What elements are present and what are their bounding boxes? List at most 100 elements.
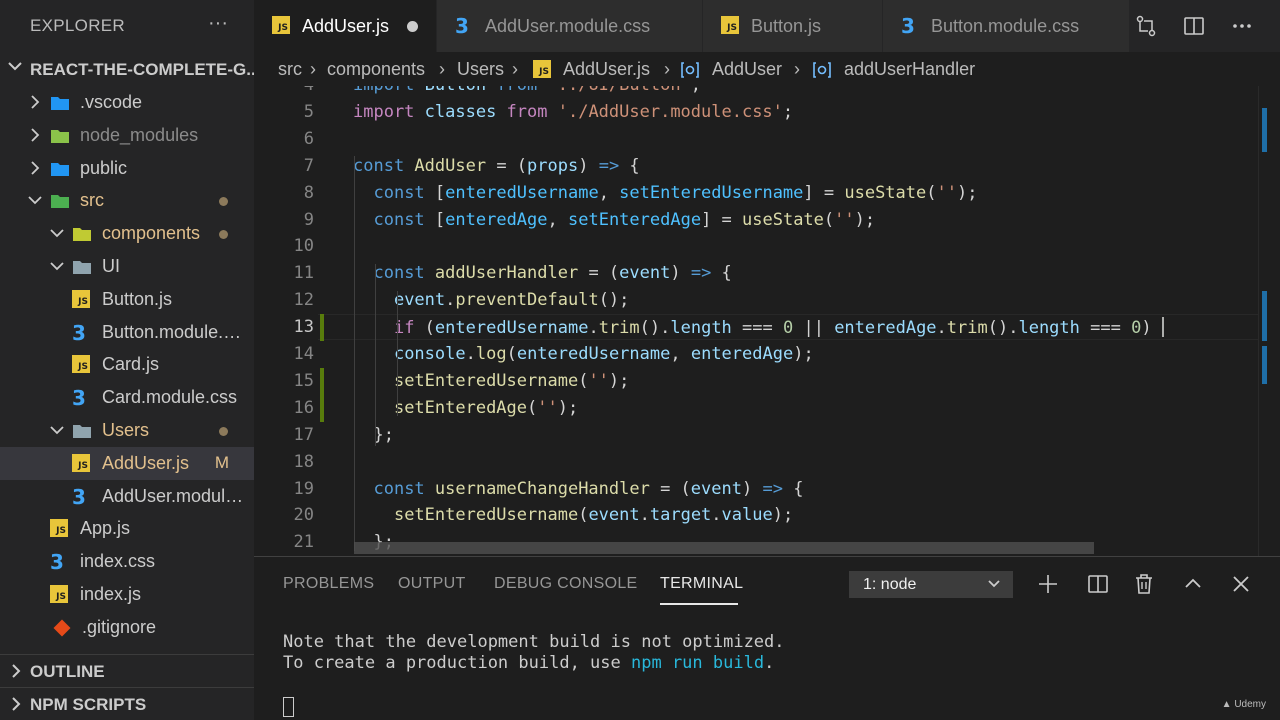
- minimap[interactable]: [1258, 86, 1280, 556]
- npm-scripts-section[interactable]: NPM SCRIPTS: [0, 687, 254, 720]
- code-line[interactable]: const usernameChangeHandler = (event) =>…: [353, 479, 803, 499]
- breadcrumb-file[interactable]: AddUser.js: [563, 59, 650, 80]
- tab-adduser-js[interactable]: JS AddUser.js: [254, 0, 437, 52]
- code-token: const: [373, 478, 435, 499]
- code-token: = (: [486, 155, 528, 176]
- tab-button-js[interactable]: JS Button.js: [703, 0, 883, 52]
- terminal-text: To create a production build, use: [283, 653, 631, 673]
- project-header[interactable]: REACT-THE-COMPLETE-G...: [0, 54, 254, 86]
- tab-adduser-module-css[interactable]: 3 AddUser.module.css: [437, 0, 703, 52]
- file-row-app-js[interactable]: JS App.js: [0, 512, 254, 545]
- minimap-marker: [1262, 291, 1267, 341]
- file-row-card-js[interactable]: JS Card.js: [0, 348, 254, 381]
- folder-row-public[interactable]: public: [0, 152, 254, 185]
- panel-tab-output[interactable]: OUTPUT: [398, 575, 466, 593]
- terminal-cursor[interactable]: [283, 697, 294, 717]
- vscode-folder-icon: [51, 97, 69, 110]
- panel-tab-debug-console[interactable]: DEBUG CONSOLE: [494, 575, 638, 593]
- file-row-adduser-js[interactable]: JS AddUser.js M: [0, 446, 254, 480]
- tab-label: Button.js: [751, 16, 822, 36]
- code-token: ): [741, 478, 763, 499]
- terminal-select[interactable]: 1: node: [849, 571, 1013, 598]
- folder-row-node-modules[interactable]: node_modules: [0, 119, 254, 152]
- code-token: const: [373, 263, 435, 284]
- code-token: from: [506, 101, 558, 122]
- tab-button-module-css[interactable]: 3 Button.module.css: [883, 0, 1130, 52]
- compare-changes-icon[interactable]: [1134, 14, 1158, 38]
- breadcrumb-users[interactable]: Users: [457, 59, 504, 80]
- split-editor-icon[interactable]: [1182, 14, 1206, 38]
- add-terminal-icon[interactable]: [1036, 572, 1060, 596]
- code-token: setEnteredAge: [393, 397, 528, 418]
- ellipsis-icon[interactable]: ···: [208, 12, 228, 35]
- code-line[interactable]: event.preventDefault();: [353, 290, 629, 310]
- file-row-button-module-css[interactable]: 3 Button.module.css: [0, 316, 254, 349]
- tree-item-label: Card.js: [102, 354, 160, 375]
- tree-item-label: index.css: [80, 551, 156, 572]
- code-token: ;: [691, 86, 701, 95]
- more-actions-icon[interactable]: [1230, 14, 1254, 38]
- code-token: ();: [598, 290, 630, 311]
- panel-tab-terminal[interactable]: TERMINAL: [660, 575, 743, 593]
- split-terminal-icon[interactable]: [1086, 572, 1110, 596]
- css-file-icon: 3: [50, 550, 64, 575]
- folder-icon: [73, 425, 91, 438]
- js-file-icon: JS: [721, 16, 739, 34]
- breadcrumb-symbol-handler[interactable]: addUserHandler: [844, 59, 975, 80]
- trash-icon[interactable]: [1132, 572, 1156, 596]
- indent-guide: [354, 156, 355, 551]
- code-token: const: [353, 155, 415, 176]
- code-token: '': [537, 397, 558, 418]
- code-line[interactable]: setEnteredUsername('');: [353, 371, 629, 391]
- file-row-card-module-css[interactable]: 3 Card.module.css: [0, 381, 254, 414]
- code-token: ,: [670, 344, 691, 364]
- code-line[interactable]: };: [353, 425, 393, 445]
- code-line[interactable]: const [enteredAge, setEnteredAge] = useS…: [353, 210, 875, 230]
- breadcrumb-src[interactable]: src: [278, 59, 302, 80]
- git-gutter-modified[interactable]: [320, 367, 324, 395]
- git-change-dot-icon: [219, 230, 228, 240]
- unsaved-dot-icon[interactable]: [407, 21, 418, 32]
- code-token: enteredAge: [445, 209, 548, 230]
- code-line[interactable]: const addUserHandler = (event) => {: [353, 263, 731, 284]
- code-line[interactable]: import classes from './AddUser.module.cs…: [353, 102, 793, 122]
- file-row-gitignore[interactable]: .gitignore: [0, 611, 254, 644]
- git-gutter-modified[interactable]: [320, 394, 324, 422]
- code-line[interactable]: const AddUser = (props) => {: [353, 156, 640, 176]
- file-row-index-css[interactable]: 3 index.css: [0, 545, 254, 578]
- code-token: usernameChangeHandler: [434, 478, 650, 499]
- folder-row-ui[interactable]: UI: [0, 250, 254, 283]
- line-number: 20: [293, 505, 314, 526]
- file-row-adduser-module-css[interactable]: 3 AddUser.module.css: [0, 480, 254, 513]
- code-line[interactable]: const [enteredUsername, setEnteredUserna…: [353, 183, 977, 203]
- bottom-panel: PROBLEMS OUTPUT DEBUG CONSOLE TERMINAL 1…: [254, 556, 1280, 720]
- public-folder-icon: [51, 162, 69, 176]
- code-line[interactable]: if (enteredUsername.trim().length === 0 …: [353, 317, 1164, 338]
- symbol-variable-icon: [681, 62, 699, 78]
- outline-section[interactable]: OUTLINE: [0, 654, 254, 687]
- code-line[interactable]: console.log(enteredUsername, enteredAge)…: [353, 344, 814, 364]
- maximize-panel-icon[interactable]: [1181, 572, 1205, 596]
- folder-row-src[interactable]: src: [0, 184, 254, 217]
- code-editor[interactable]: 4 import Button from '../UI/Button'; 5 impo…: [254, 86, 1280, 556]
- breadcrumb-components[interactable]: components: [327, 59, 425, 80]
- code-token: import: [353, 101, 425, 122]
- panel-tab-problems[interactable]: PROBLEMS: [283, 575, 374, 593]
- breadcrumb-symbol-adduser[interactable]: AddUser: [712, 59, 782, 80]
- folder-row-components[interactable]: components: [0, 217, 254, 250]
- code-token: .: [588, 318, 599, 339]
- code-token: enteredAge: [690, 344, 794, 364]
- code-line[interactable]: import Button from '../UI/Button';: [353, 86, 701, 95]
- folder-row-vscode[interactable]: .vscode: [0, 86, 254, 119]
- close-panel-icon[interactable]: [1229, 572, 1253, 596]
- folder-row-users[interactable]: Users: [0, 414, 254, 447]
- code-line[interactable]: setEnteredAge('');: [353, 398, 578, 418]
- line-number: 9: [303, 209, 314, 230]
- code-line[interactable]: setEnteredUsername(event.target.value);: [353, 505, 793, 525]
- js-file-icon: JS: [72, 355, 90, 374]
- git-gutter-modified[interactable]: [320, 314, 324, 341]
- horizontal-scrollbar[interactable]: [354, 542, 1094, 554]
- file-row-index-js[interactable]: JS index.js: [0, 578, 254, 611]
- indent-guide: [397, 291, 398, 416]
- file-row-button-js[interactable]: JS Button.js: [0, 283, 254, 316]
